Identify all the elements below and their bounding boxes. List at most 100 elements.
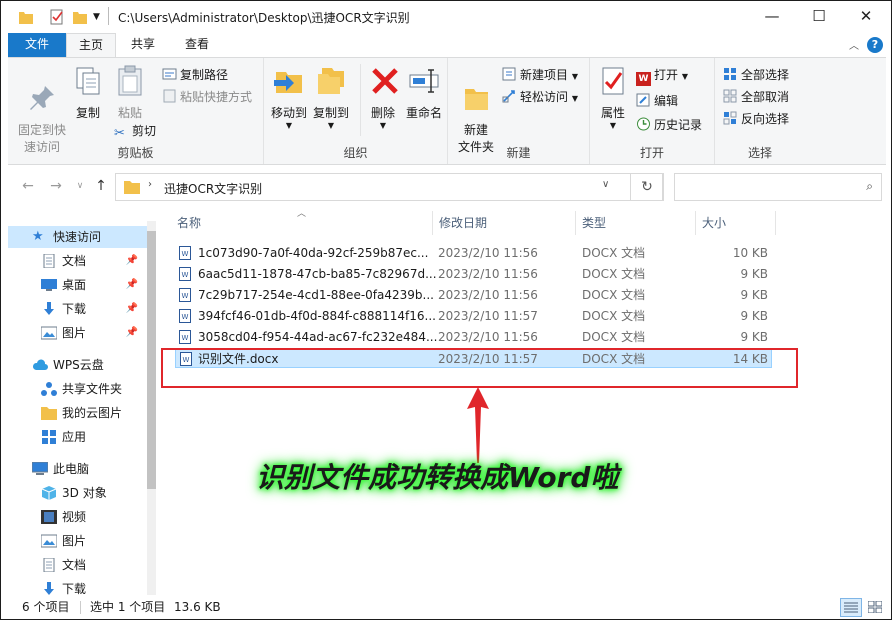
- sidebar-item-downloads[interactable]: 下载 📌: [8, 298, 154, 320]
- sidebar-item-cloud-pictures[interactable]: 我的云图片: [8, 402, 154, 424]
- table-row[interactable]: W 3058cd04-f954-44ad-ac67-fc232e484... 2…: [175, 327, 772, 347]
- select-all-button[interactable]: 全部选择: [723, 66, 789, 86]
- annotation-text: 识别文件成功转换成Word啦: [256, 461, 619, 494]
- refresh-button[interactable]: ↻: [630, 173, 664, 201]
- close-button[interactable]: ✕: [843, 1, 889, 31]
- sidebar-item-3d-objects[interactable]: 3D 对象: [8, 482, 154, 504]
- status-size: 13.6 KB: [174, 600, 221, 614]
- share-folder-icon: [41, 382, 57, 396]
- maximize-button[interactable]: ☐: [796, 1, 842, 31]
- pin-icon[interactable]: 📌: [126, 274, 138, 296]
- new-folder-button[interactable]: 新建 文件夹: [454, 64, 498, 156]
- up-arrow-icon[interactable]: ↑: [91, 176, 111, 196]
- column-header-size[interactable]: 大小: [696, 211, 776, 235]
- group-label-open: 打开: [639, 146, 664, 160]
- sidebar-item-videos[interactable]: 视频: [8, 506, 154, 528]
- select-all-icon: [724, 68, 736, 80]
- easy-access-button[interactable]: 轻松访问 ▼: [502, 88, 578, 108]
- column-header-name[interactable]: 名称: [171, 211, 433, 235]
- table-row[interactable]: W 6aac5d11-1878-47cb-ba85-7c82967d... 20…: [175, 264, 772, 284]
- pin-icon[interactable]: 📌: [126, 250, 138, 272]
- file-size: 9 KB: [740, 330, 768, 344]
- search-input[interactable]: ⌕: [674, 173, 882, 201]
- back-arrow-icon[interactable]: ←: [18, 176, 38, 196]
- paste-label: 粘贴: [117, 106, 142, 120]
- rename-button[interactable]: 重命名: [402, 64, 446, 122]
- delete-button[interactable]: 删除 ▼: [368, 64, 398, 130]
- new-folder-icon[interactable]: [73, 9, 87, 25]
- table-row[interactable]: W 7c29b717-254e-4cd1-88ee-0fa4239b... 20…: [175, 285, 772, 305]
- details-view-button[interactable]: [840, 598, 862, 617]
- copy-icon: [76, 67, 100, 95]
- sidebar-item-pictures[interactable]: 图片 📌: [8, 322, 154, 344]
- sidebar-label: 下载: [62, 582, 87, 595]
- address-dropdown-icon[interactable]: ∨: [602, 179, 609, 190]
- ribbon-tabs: 文件 主页 共享 查看 ︿ ?: [1, 33, 891, 58]
- help-icon[interactable]: ?: [867, 37, 883, 53]
- sidebar-item-desktop[interactable]: 桌面 📌: [8, 274, 154, 296]
- forward-arrow-icon[interactable]: →: [46, 176, 66, 196]
- open-button[interactable]: W 打开 ▼: [636, 66, 688, 86]
- copy-path-button[interactable]: 复制路径: [162, 66, 228, 86]
- select-none-button[interactable]: 全部取消: [723, 88, 789, 108]
- sidebar-item-wps-cloud[interactable]: WPS云盘: [8, 354, 154, 376]
- history-button[interactable]: 历史记录: [636, 116, 702, 136]
- tab-home[interactable]: 主页: [66, 33, 117, 58]
- new-item-icon: [502, 67, 516, 81]
- move-to-button[interactable]: 移动到 ▼: [270, 64, 308, 130]
- invert-selection-button[interactable]: 反向选择: [723, 110, 789, 130]
- large-icons-view-button[interactable]: [865, 598, 885, 617]
- sidebar-item-pc-downloads[interactable]: 下载: [8, 578, 154, 595]
- column-header-type[interactable]: 类型: [576, 211, 696, 235]
- sidebar-item-pc-documents[interactable]: 文档: [8, 554, 154, 576]
- cut-button[interactable]: ✂ 剪切: [114, 122, 156, 142]
- tab-file[interactable]: 文件: [8, 33, 66, 57]
- new-item-button[interactable]: 新建项目 ▼: [502, 66, 578, 86]
- breadcrumb-current[interactable]: 迅捷OCR文字识别: [164, 180, 262, 197]
- properties-icon[interactable]: [49, 9, 65, 25]
- copy-to-button[interactable]: 复制到 ▼: [312, 64, 350, 130]
- video-icon: [41, 510, 57, 524]
- copy-to-label: 复制到: [312, 106, 349, 120]
- pin-icon[interactable]: 📌: [126, 298, 138, 320]
- recent-locations-icon[interactable]: ∨: [70, 176, 90, 196]
- table-row[interactable]: W 1c073d90-7a0f-40da-92cf-259b87ec... 20…: [175, 243, 772, 263]
- sidebar-item-pc-pictures[interactable]: 图片: [8, 530, 154, 552]
- group-organize: 移动到 ▼ 复制到 ▼ 删除 ▼ 重命名 组织: [264, 58, 448, 164]
- file-type: DOCX 文档: [582, 309, 646, 323]
- sidebar-label: 图片: [62, 534, 87, 548]
- sidebar-item-documents[interactable]: 文档 📌: [8, 250, 154, 272]
- properties-button[interactable]: 属性 ▼: [596, 64, 630, 130]
- svg-text:W: W: [182, 271, 189, 279]
- sidebar-scrollbar[interactable]: [147, 221, 156, 595]
- tab-share[interactable]: 共享: [119, 33, 167, 57]
- table-row[interactable]: W 394fcf46-01db-4f0d-884f-c888114f16... …: [175, 306, 772, 326]
- sidebar-item-quick-access[interactable]: ★ 快速访问: [8, 226, 154, 248]
- details-view-icon: [844, 602, 858, 613]
- edit-button[interactable]: 编辑: [636, 92, 678, 112]
- breadcrumb-separator-icon: ›: [148, 179, 152, 190]
- edit-label: 编辑: [654, 94, 679, 108]
- paste-shortcut-button[interactable]: 粘贴快捷方式: [162, 88, 252, 108]
- download-icon: [44, 302, 54, 315]
- pin-icon[interactable]: 📌: [126, 322, 138, 344]
- sidebar-scrollbar-thumb[interactable]: [147, 231, 156, 489]
- pin-quick-access-button[interactable]: 固定到快 速访问: [14, 64, 70, 156]
- sidebar-label: WPS云盘: [53, 358, 104, 372]
- properties-label: 属性: [600, 106, 625, 120]
- quick-access-dropdown-icon[interactable]: ▼: [93, 9, 100, 25]
- sidebar-item-this-pc[interactable]: 此电脑: [8, 458, 154, 480]
- paste-button[interactable]: 粘贴: [112, 64, 148, 122]
- refresh-icon: ↻: [641, 179, 653, 195]
- sidebar-item-apps[interactable]: 应用: [8, 426, 154, 448]
- copy-button[interactable]: 复制: [70, 64, 106, 122]
- tab-view[interactable]: 查看: [173, 33, 221, 57]
- sidebar-item-shared-folder[interactable]: 共享文件夹: [8, 378, 154, 400]
- minimize-button[interactable]: —: [749, 1, 795, 31]
- document-icon: [43, 558, 55, 572]
- address-bar[interactable]: › 迅捷OCR文字识别 ∨: [115, 173, 663, 201]
- navigation-pane: ★ 快速访问 文档 📌 桌面 📌 下载 📌 图片 📌 WPS云盘 共享文件夹 我…: [8, 208, 156, 595]
- collapse-ribbon-icon[interactable]: ︿: [849, 37, 859, 52]
- file-type: DOCX 文档: [582, 267, 646, 281]
- column-header-date[interactable]: 修改日期: [433, 211, 576, 235]
